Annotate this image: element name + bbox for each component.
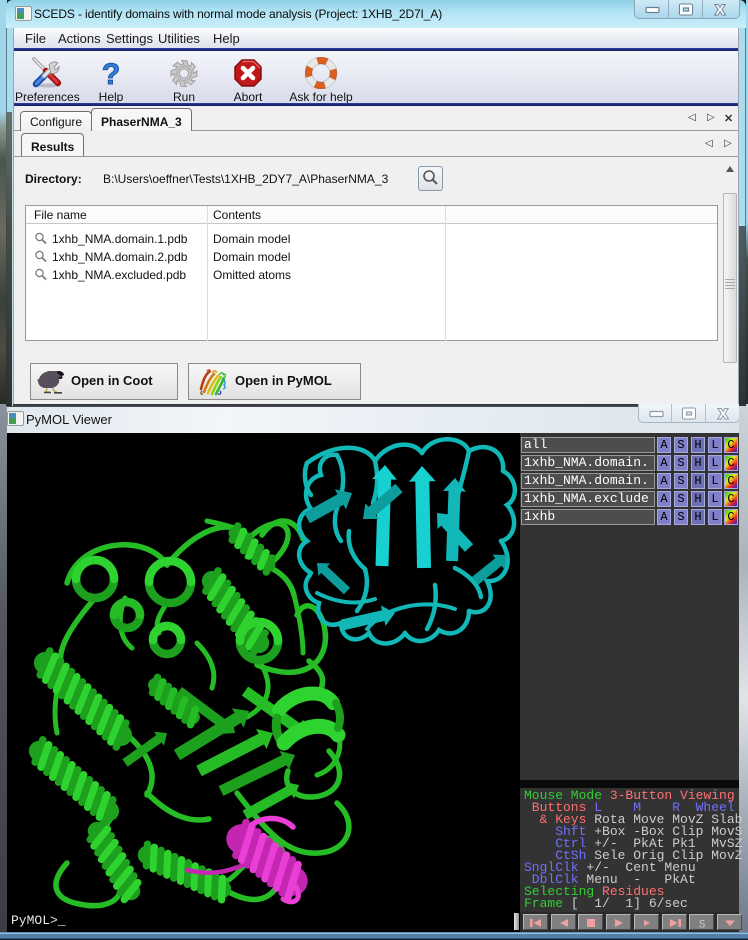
svg-text:S: S [699,920,706,931]
svg-text:X: X [715,2,725,18]
svg-text:?: ? [102,58,120,89]
svg-text:X: X [718,406,728,422]
